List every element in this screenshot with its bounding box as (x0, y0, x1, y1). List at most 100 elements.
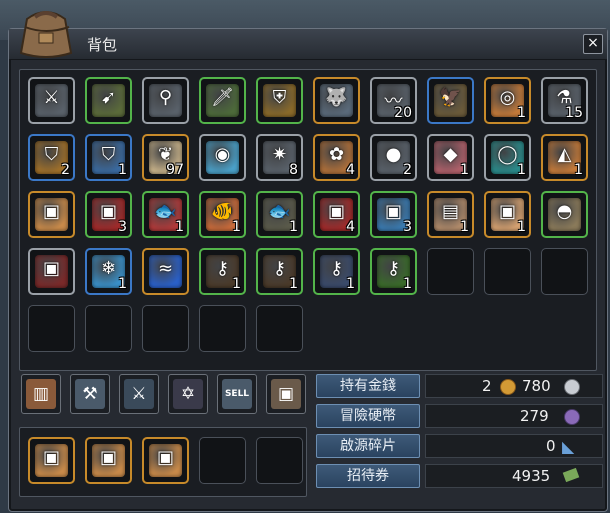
empty-slot[interactable] (85, 305, 132, 352)
item-slot-pouch[interactable]: ◓ (541, 191, 588, 238)
item-slot-crest-shield[interactable]: ⛉ 2 (28, 134, 75, 181)
bird-icon: 🦅 (434, 84, 467, 117)
sell-tool-icon: SELL (222, 379, 252, 409)
gold-label: 持有金錢 (316, 374, 420, 398)
magic-circle-tool[interactable]: ✡ (168, 374, 208, 414)
item-slot-red-fish[interactable]: 🐟 1 (142, 191, 189, 238)
golden-chest-icon: ▣ (35, 198, 68, 231)
item-quantity: 2 (403, 162, 412, 178)
golden-chest-icon: ▣ (35, 444, 68, 477)
item-quantity: 1 (118, 162, 127, 178)
item-slot-water-waves[interactable]: ≈ (142, 248, 189, 295)
item-slot-wings[interactable]: ❦ 97 (142, 134, 189, 181)
item-quantity: 1 (118, 276, 127, 292)
item-quantity: 8 (289, 162, 298, 178)
shard-value: 0 (546, 437, 556, 455)
item-slot-dark-chest[interactable]: ▣ (28, 248, 75, 295)
close-button[interactable]: × (583, 34, 603, 54)
item-slot-flower-gem[interactable]: ✿ 4 (313, 134, 360, 181)
item-slot-orange-ore[interactable]: ◭ 1 (541, 134, 588, 181)
item-slot-parchment-chest[interactable]: ▣ 1 (484, 191, 531, 238)
silver-value: 780 (522, 377, 551, 395)
golden-chest-icon: ▣ (92, 444, 125, 477)
magic-circle-tool-icon: ✡ (173, 379, 203, 409)
item-slot-sword[interactable]: ⚔ (28, 77, 75, 124)
pouch-icon: ◓ (548, 198, 581, 231)
item-quantity: 1 (232, 276, 241, 292)
chest-tool[interactable]: ▣ (266, 374, 306, 414)
item-slot-crystal-orb[interactable]: ◉ (199, 134, 246, 181)
item-quantity: 1 (460, 219, 469, 235)
item-quantity: 1 (403, 276, 412, 292)
item-slot-catfish[interactable]: 🐟 1 (256, 191, 303, 238)
empty-slot[interactable] (142, 305, 189, 352)
empty-slot[interactable] (541, 248, 588, 295)
empty-slot[interactable] (199, 437, 246, 484)
item-quantity: 97 (166, 162, 184, 178)
item-slot-flame-key-2[interactable]: ⚷ 1 (256, 248, 303, 295)
item-quantity: 20 (394, 105, 412, 121)
backpack-icon (19, 11, 73, 58)
adventure-coin-label: 冒險硬幣 (316, 404, 420, 428)
dark-chest-icon: ▣ (35, 255, 68, 288)
item-quantity: 4 (346, 219, 355, 235)
item-quantity: 1 (517, 219, 526, 235)
item-slot-golden-chest[interactable]: ▣ (85, 437, 132, 484)
item-slot-golden-chest[interactable]: ▣ (28, 191, 75, 238)
item-slot-teal-ring[interactable]: ◯ 1 (484, 134, 531, 181)
inventory-grid: ⚔ ➹ ⚲ 🗡 ⛨ 🐺 〰 20 🦅 ◎ 1 ⚗ 15 ⛉ 2 ⛉ 1 ❦ 97 ◉ ✷ 8 ✿ 4 ● 2 ◆ 1 ◯ 1 ◭ 1 ▣ ▣ 3 🐟 1… (19, 69, 597, 371)
window-title: 背包 (87, 36, 118, 54)
item-slot-ice-flower[interactable]: ❄ 1 (85, 248, 132, 295)
item-slot-green-orb[interactable]: ● 2 (370, 134, 417, 181)
silver-coin-icon (564, 379, 580, 395)
item-slot-shield[interactable]: ⛨ (256, 77, 303, 124)
empty-slot[interactable] (256, 437, 303, 484)
item-quantity: 1 (460, 162, 469, 178)
water-waves-icon: ≈ (149, 255, 182, 288)
item-slot-wolf-card[interactable]: 🐺 (313, 77, 360, 124)
item-slot-pink-crystal[interactable]: ◆ 1 (427, 134, 474, 181)
item-quantity: 4 (346, 162, 355, 178)
item-slot-red-chest[interactable]: ▣ 3 (85, 191, 132, 238)
item-slot-worm[interactable]: 〰 20 (370, 77, 417, 124)
item-slot-koi-fish[interactable]: 🐠 1 (199, 191, 246, 238)
item-quantity: 1 (232, 219, 241, 235)
empty-slot[interactable] (427, 248, 474, 295)
item-quantity: 1 (574, 162, 583, 178)
fishing-rod-icon: ⚲ (149, 84, 182, 117)
item-slot-blue-key[interactable]: ⚷ 1 (313, 248, 360, 295)
item-slot-bow[interactable]: ➹ (85, 77, 132, 124)
sword-sparkle-tool-icon: ⚔ (124, 379, 154, 409)
item-slot-star-gem[interactable]: ✷ 8 (256, 134, 303, 181)
item-quantity: 1 (517, 105, 526, 121)
ticket-row: 4935 (425, 464, 603, 488)
item-quantity: 1 (289, 276, 298, 292)
item-quantity: 1 (289, 219, 298, 235)
sell-tool[interactable]: SELL (217, 374, 257, 414)
item-slot-green-key[interactable]: ⚷ 1 (370, 248, 417, 295)
title-bar[interactable]: 背包 × (9, 29, 607, 60)
magnifier-tool[interactable]: ⚒ (70, 374, 110, 414)
item-slot-bird[interactable]: 🦅 (427, 77, 474, 124)
item-slot-spiral-shell[interactable]: ◎ 1 (484, 77, 531, 124)
item-slot-blue-chest[interactable]: ▣ 3 (370, 191, 417, 238)
item-slot-map-scroll[interactable]: ▤ 1 (427, 191, 474, 238)
item-slot-golden-chest[interactable]: ▣ (28, 437, 75, 484)
item-slot-crest-shield-2[interactable]: ⛉ 1 (85, 134, 132, 181)
item-slot-flame-key[interactable]: ⚷ 1 (199, 248, 246, 295)
item-slot-knife[interactable]: 🗡 (199, 77, 246, 124)
empty-slot[interactable] (28, 305, 75, 352)
empty-slot[interactable] (484, 248, 531, 295)
item-slot-fishing-rod[interactable]: ⚲ (142, 77, 189, 124)
magnifier-tool-icon: ⚒ (75, 379, 105, 409)
wood-plank-tool[interactable]: ▥ (21, 374, 61, 414)
item-slot-red-chest-2[interactable]: ▣ 4 (313, 191, 360, 238)
item-slot-potion[interactable]: ⚗ 15 (541, 77, 588, 124)
empty-slot[interactable] (256, 305, 303, 352)
gold-coin-icon (500, 379, 516, 395)
sword-sparkle-tool[interactable]: ⚔ (119, 374, 159, 414)
sword-icon: ⚔ (35, 84, 68, 117)
item-slot-golden-chest[interactable]: ▣ (142, 437, 189, 484)
knife-icon: 🗡 (206, 84, 239, 117)
empty-slot[interactable] (199, 305, 246, 352)
